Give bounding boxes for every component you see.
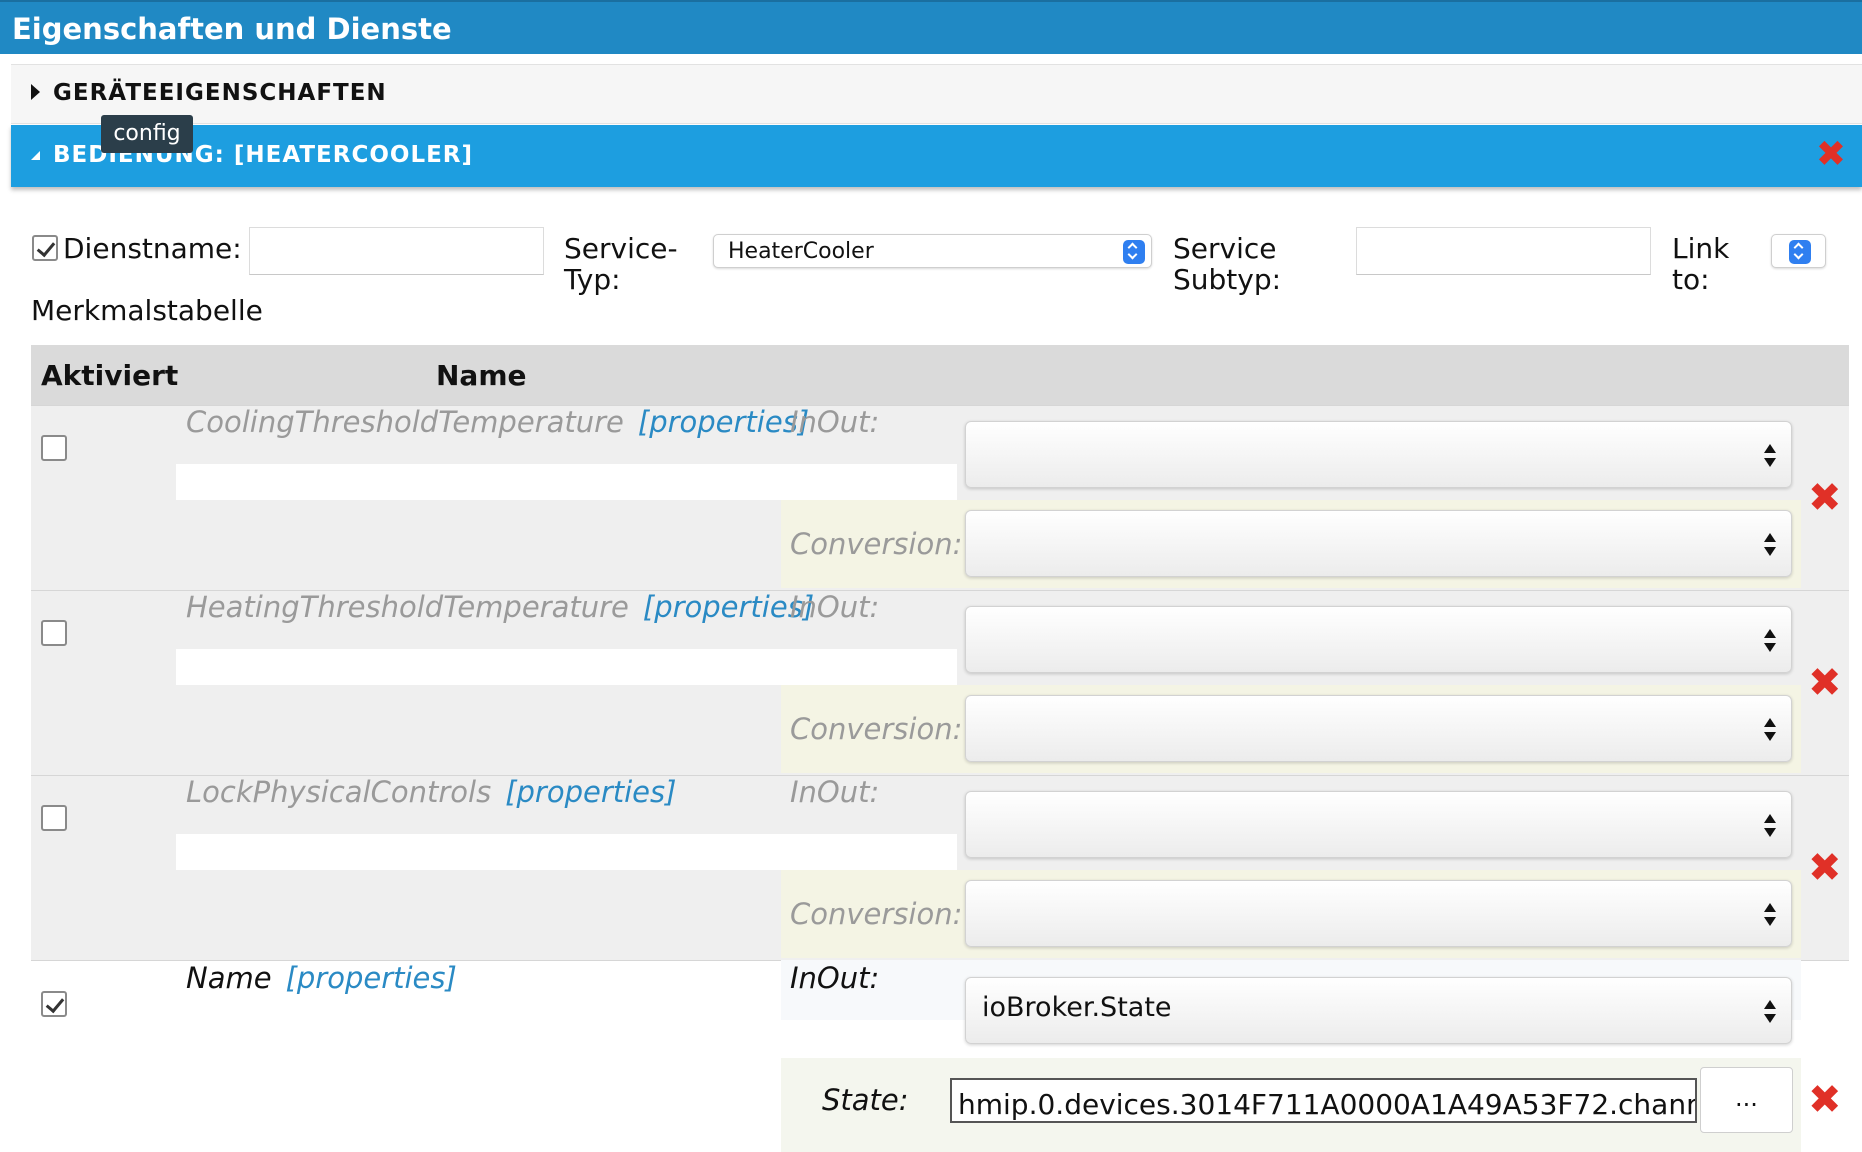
characteristic-name: HeatingThresholdTemperature [properties]	[186, 590, 814, 624]
select-stepper-icon	[1789, 240, 1811, 264]
table-header: Aktiviert Name	[31, 345, 1849, 405]
inout-label: InOut:	[790, 775, 880, 809]
row-spacer	[176, 649, 957, 685]
service-type-value: HeaterCooler	[728, 239, 874, 264]
select-updown-icon	[1763, 444, 1777, 470]
accordion-device-properties[interactable]: GERÄTEEIGENSCHAFTEN	[11, 64, 1862, 124]
characteristic-name-text: HeatingThresholdTemperature	[186, 590, 629, 624]
service-subtype-input[interactable]	[1356, 227, 1651, 275]
service-enabled-checkbox[interactable]	[32, 235, 58, 261]
select-updown-icon	[1763, 903, 1777, 929]
service-subtype-label-line1: Service	[1173, 232, 1277, 265]
inout-select[interactable]	[965, 791, 1792, 858]
characteristic-name-text: CoolingThresholdTemperature	[186, 405, 624, 439]
properties-link[interactable]: [properties]	[505, 775, 676, 809]
conversion-select[interactable]	[965, 510, 1792, 577]
characteristic-name-text: LockPhysicalControls	[186, 775, 492, 809]
link-to-select[interactable]	[1771, 234, 1826, 268]
row-enable-checkbox[interactable]	[41, 620, 67, 646]
tooltip: config	[101, 115, 193, 153]
inout-label: InOut:	[790, 590, 880, 624]
link-to-label-line2: to:	[1672, 263, 1710, 296]
select-stepper-icon	[1123, 240, 1145, 264]
column-header-name: Name	[436, 359, 527, 392]
delete-row-icon[interactable]: ✖	[1808, 1080, 1842, 1120]
select-updown-icon	[1763, 1000, 1777, 1026]
row-enable-checkbox[interactable]	[41, 991, 67, 1017]
state-input[interactable]: hmip.0.devices.3014F711A0000A1A49A53F72.…	[950, 1078, 1697, 1123]
service-name-input[interactable]	[249, 227, 544, 275]
service-type-select[interactable]: HeaterCooler	[713, 234, 1152, 268]
service-type-label-line2: Typ:	[564, 263, 621, 296]
row-spacer	[176, 834, 957, 870]
accordion-device-properties-label: GERÄTEEIGENSCHAFTEN	[53, 80, 387, 106]
window-titlebar: Eigenschaften und Dienste	[0, 0, 1862, 54]
conversion-label: Conversion:	[790, 897, 963, 931]
properties-link[interactable]: [properties]	[286, 961, 457, 995]
accordion-service[interactable]: BEDIENUNG: [HEATERCOOLER] ✖	[11, 125, 1862, 187]
select-updown-icon	[1763, 629, 1777, 655]
caret-down-icon	[31, 151, 40, 160]
window-title: Eigenschaften und Dienste	[12, 12, 452, 46]
characteristic-name-text: Name	[186, 961, 272, 995]
conversion-label: Conversion:	[790, 527, 963, 561]
characteristic-name: Name [properties]	[186, 961, 457, 995]
inout-select[interactable]: ioBroker.State	[965, 977, 1792, 1044]
inout-label: InOut:	[790, 405, 880, 439]
conversion-select[interactable]	[965, 695, 1792, 762]
service-name-label: Dienstname:	[63, 232, 242, 265]
properties-link[interactable]: [properties]	[643, 590, 814, 624]
state-label: State:	[822, 1083, 909, 1117]
state-value: hmip.0.devices.3014F711A0000A1A49A53F72.…	[958, 1088, 1697, 1121]
select-updown-icon	[1763, 814, 1777, 840]
properties-link[interactable]: [properties]	[638, 405, 809, 439]
row-spacer	[176, 464, 957, 500]
characteristic-name: LockPhysicalControls [properties]	[186, 775, 676, 809]
conversion-label: Conversion:	[790, 712, 963, 746]
column-header-enabled: Aktiviert	[41, 359, 179, 392]
select-updown-icon	[1763, 718, 1777, 744]
inout-value: ioBroker.State	[982, 992, 1172, 1023]
browse-state-button[interactable]: ...	[1700, 1067, 1793, 1133]
inout-select[interactable]	[965, 606, 1792, 673]
service-subtype-label-line2: Subtyp:	[1173, 263, 1282, 296]
delete-service-icon[interactable]: ✖	[1816, 135, 1846, 175]
inout-label: InOut:	[790, 961, 880, 995]
caret-right-icon	[31, 84, 40, 100]
link-to-label-line1: Link	[1672, 232, 1730, 265]
row-enable-checkbox[interactable]	[41, 805, 67, 831]
conversion-select[interactable]	[965, 880, 1792, 947]
characteristic-name: CoolingThresholdTemperature [properties]	[186, 405, 809, 439]
row-enable-checkbox[interactable]	[41, 435, 67, 461]
delete-row-icon[interactable]: ✖	[1808, 478, 1842, 518]
inout-select[interactable]	[965, 421, 1792, 488]
select-updown-icon	[1763, 533, 1777, 559]
service-type-label-line1: Service-	[564, 232, 678, 265]
delete-row-icon[interactable]: ✖	[1808, 663, 1842, 703]
delete-row-icon[interactable]: ✖	[1808, 848, 1842, 888]
characteristics-table-title: Merkmalstabelle	[31, 294, 263, 327]
